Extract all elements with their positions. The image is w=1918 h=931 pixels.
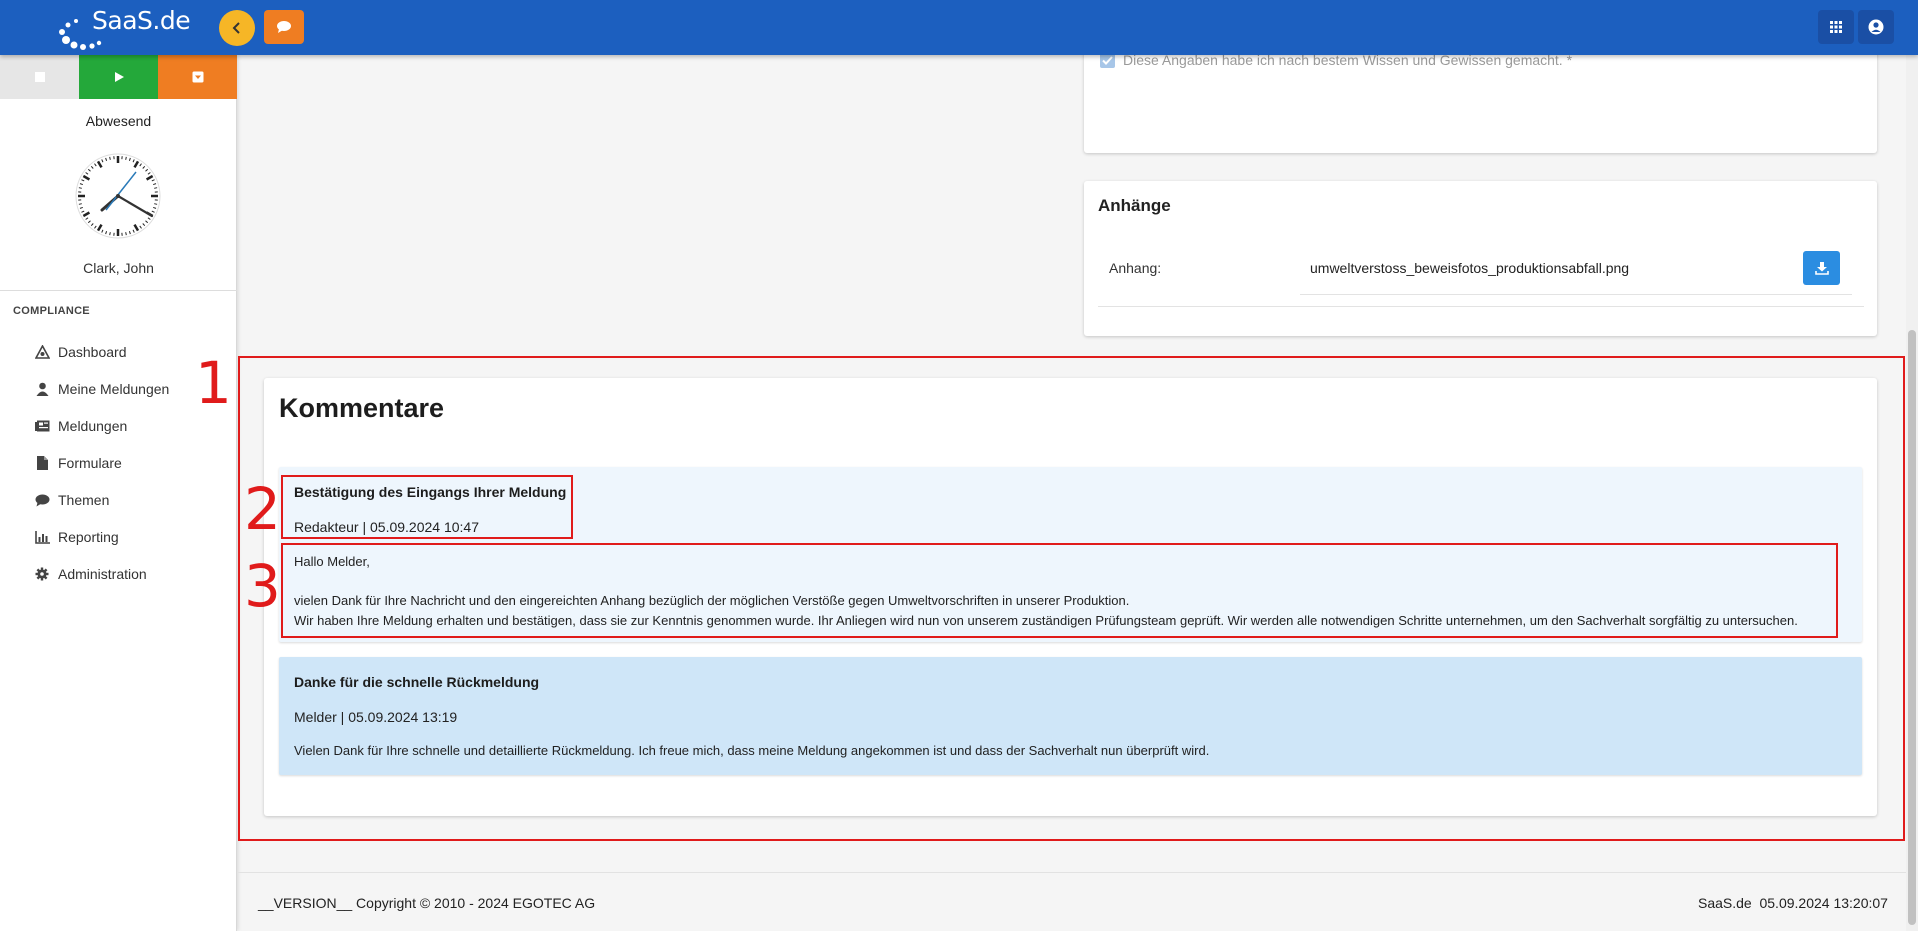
logo[interactable]: SaaS.de [58,6,191,50]
user-circle-icon [1868,19,1884,35]
sidebar-item-meine-meldungen[interactable]: Meine Meldungen [34,378,169,400]
page-scrollbar-thumb[interactable] [1908,330,1916,925]
clock-tick [109,232,111,236]
sidebar-item-label: Formulare [58,455,122,471]
sidebar-item-label: Meine Meldungen [58,381,170,397]
sidebar-divider [0,290,237,291]
section-label-compliance: COMPLIANCE [13,305,90,317]
clock-tick [109,156,111,160]
status-dropdown-button[interactable] [158,55,237,99]
dashboard-icon [34,344,50,360]
attachments-card [1084,181,1877,336]
attachments-title: Anhänge [1098,196,1171,215]
footer-timestamp: SaaS.de 05.09.2024 13:20:07 [1698,895,1888,911]
clock-tick [154,203,158,205]
sidebar-item-reporting[interactable]: Reporting [34,526,119,548]
sidebar-item-label: Administration [58,566,147,582]
attachment-filename: umweltverstoss_beweisfotos_produktionsab… [1310,260,1630,276]
time-tracking-controls [0,55,237,99]
user-menu-button[interactable] [1858,10,1894,44]
annotation-box-3 [281,543,1838,638]
grid-icon [1830,21,1842,33]
apps-button[interactable] [1818,10,1854,44]
play-button[interactable] [79,55,158,99]
clock-tick [125,156,127,160]
annotation-box-2 [281,475,573,539]
collapse-sidebar-button[interactable] [219,10,255,46]
download-attachment-button[interactable] [1803,251,1840,285]
file-icon [34,455,50,471]
check-icon [1102,55,1113,65]
sidebar: Abwesend Clark, John COMPLIANCE Dashboar… [0,55,237,931]
speech-bubble-icon [277,21,291,33]
clock-tick [78,203,82,205]
annotation-number-2: 2 [244,475,281,543]
chat-button[interactable] [264,10,304,44]
attachment-field-underline [1300,294,1852,295]
bar-chart-icon [34,529,50,545]
stop-button[interactable] [0,55,79,99]
sidebar-item-label: Themen [58,492,110,508]
chevron-left-icon [232,22,240,34]
annotation-number-1: 1 [195,349,232,417]
clock-tick [154,187,158,189]
clock-icon [75,153,161,239]
sidebar-item-administration[interactable]: Administration [34,563,147,585]
footer-divider [238,872,1908,873]
clock-tick [125,232,127,236]
sidebar-item-label: Dashboard [58,344,127,360]
clock-tick [78,187,82,189]
footer-copyright: __VERSION__ Copyright © 2010 - 2024 EGOT… [258,895,596,911]
sidebar-item-themen[interactable]: Themen [34,489,109,511]
logo-text: SaaS.de [92,6,191,35]
user-name: Clark, John [83,260,154,276]
attendance-status: Abwesend [85,113,152,129]
download-icon [1814,262,1829,275]
attachment-label: Anhang: [1109,260,1162,276]
person-icon [34,381,50,397]
sidebar-item-dashboard[interactable]: Dashboard [34,341,127,363]
top-bar: SaaS.de [0,0,1918,55]
annotation-number-3: 3 [244,552,281,620]
stop-icon [34,72,45,82]
sidebar-item-meldungen[interactable]: Meldungen [34,415,127,437]
gear-icon [34,566,50,582]
attachment-row-divider [1098,306,1864,307]
caret-down-box-icon [192,71,203,83]
play-icon [114,72,124,82]
speech-bubble-icon [34,492,50,508]
sidebar-item-formulare[interactable]: Formulare [34,452,122,474]
sidebar-item-label: Meldungen [58,418,128,434]
reports-icon [34,418,50,434]
sidebar-item-label: Reporting [58,529,119,545]
